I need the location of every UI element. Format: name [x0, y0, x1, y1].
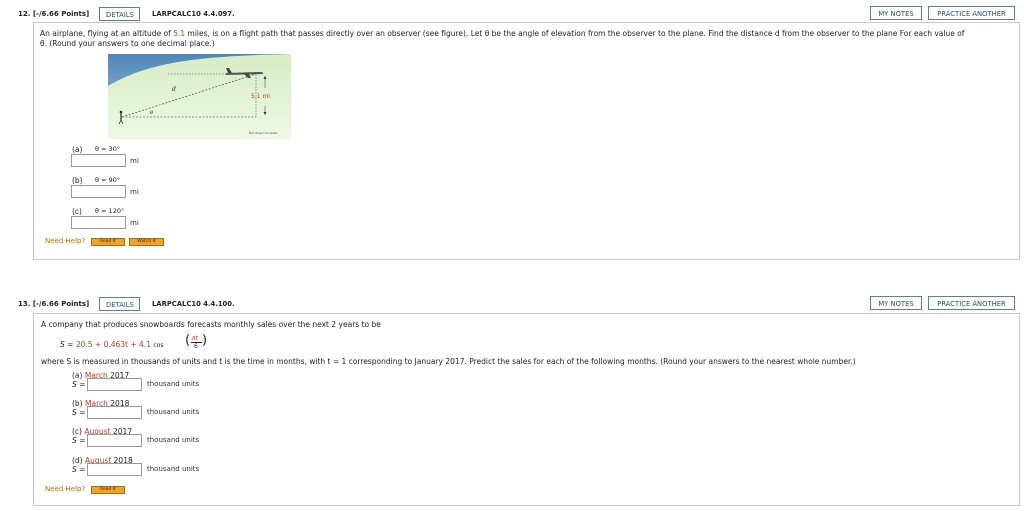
q13-my-notes-button[interactable]: MY NOTES [870, 296, 922, 310]
q12-header: 12. [-/6.66 Points] DETAILS LARPCALC10 4… [0, 4, 1024, 22]
q13-prompt-line2: where S is measured in thousands of unit… [41, 357, 856, 366]
q12-part-b-unit: mi [130, 188, 139, 196]
q13-part-c-input[interactable] [87, 434, 142, 447]
q12-prompt-line1: An airplane, flying at an altitude of 5.… [40, 29, 965, 38]
q13-formula-coeffs: 20.5 + 0.463t + 4.1 [75, 340, 151, 349]
q13-read-it-button[interactable]: Read It [91, 486, 125, 494]
q12-part-c-input[interactable] [71, 216, 126, 229]
q13-formula-cos: cos [153, 342, 164, 349]
fig-d-label: d [172, 86, 176, 93]
q13-code: LARPCALC10 4.4.100. [152, 300, 235, 308]
q12-need-help: Need Help? [45, 237, 86, 245]
airplane-diagram: d θ 5.1 mi Not drawn to scale [108, 54, 291, 139]
airplane-figure: d θ 5.1 mi Not drawn to scale [108, 54, 291, 139]
fig-theta-label: θ [150, 110, 153, 116]
q12-my-notes-button[interactable]: MY NOTES [870, 6, 922, 20]
q12-part-c-label: (c) [72, 207, 82, 216]
q12-read-it-button[interactable]: Read It [91, 238, 125, 246]
q13-part-d-unit: thousand units [147, 465, 200, 473]
q12-watch-it-button[interactable]: Watch It [129, 238, 164, 246]
q13-part-c-unit: thousand units [147, 436, 200, 444]
q13-formula-fraction: ( πt 6 ) [185, 333, 208, 350]
q12-practice-another-button[interactable]: PRACTICE ANOTHER [928, 6, 1015, 20]
q12-prompt-line2: θ. (Round your answers to one decimal pl… [40, 39, 215, 48]
q12-part-c-unit: mi [130, 219, 139, 227]
q12-details-button[interactable]: DETAILS [99, 7, 140, 21]
q12-part-b-theta: θ = 90° [95, 176, 121, 184]
q13-part-b-unit: thousand units [147, 408, 200, 416]
q12-part-a-theta: θ = 30° [95, 145, 121, 153]
q12-part-a-input[interactable] [71, 154, 126, 167]
q13-details-button[interactable]: DETAILS [99, 297, 140, 311]
q13-part-a-unit: thousand units [147, 380, 200, 388]
q13-number: 13. [-/6.66 Points] [18, 300, 90, 308]
fig-height-label: 5.1 mi [251, 93, 270, 100]
q12-part-a-label: (a) [72, 145, 83, 154]
q12-number: 12. [-/6.66 Points] [18, 10, 90, 18]
q13-formula: S = 20.5 + 0.463t + 4.1 cos [60, 340, 164, 349]
q13-part-a-input[interactable] [87, 378, 142, 391]
q12-part-b-label: (b) [72, 176, 83, 185]
q13-header: 13. [-/6.66 Points] DETAILS LARPCALC10 4… [0, 294, 1024, 312]
fig-scale-note: Not drawn to scale [249, 131, 277, 135]
q12-part-b-input[interactable] [71, 185, 126, 198]
q13-part-d-input[interactable] [87, 463, 142, 476]
q13-prompt-line1: A company that produces snowboards forec… [41, 320, 381, 329]
q13-need-help: Need Help? [45, 485, 86, 493]
q13-practice-another-button[interactable]: PRACTICE ANOTHER [928, 296, 1015, 310]
q12-part-c-theta: θ = 120° [95, 207, 125, 215]
q13-part-b-input[interactable] [87, 406, 142, 419]
q12-part-a-unit: mi [130, 157, 139, 165]
q12-altitude: 5.1 [173, 29, 186, 38]
q12-code: LARPCALC10 4.4.097. [152, 10, 235, 18]
